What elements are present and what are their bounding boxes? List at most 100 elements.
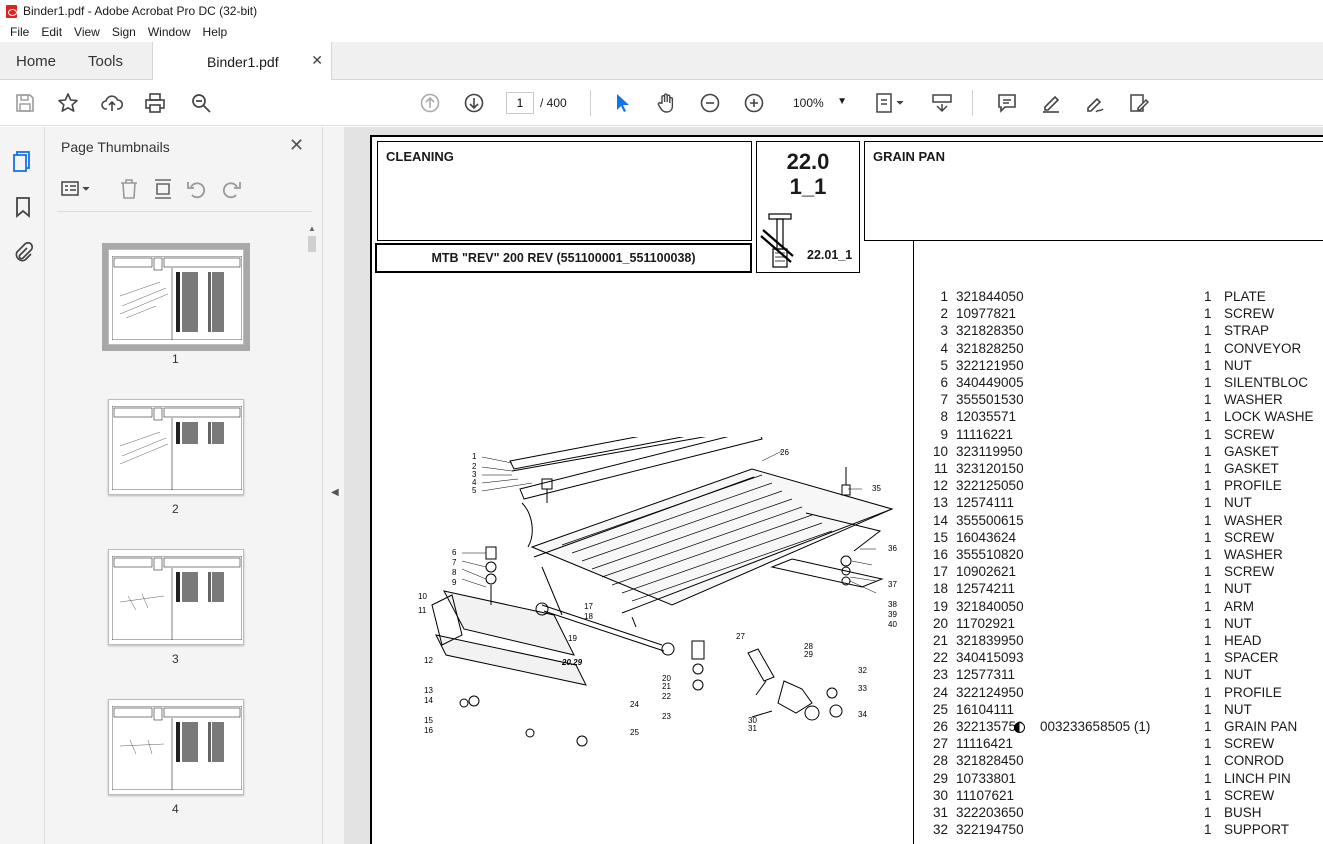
part-description: PROFILE [1224,478,1282,494]
part-code: 321828350 [956,323,1024,339]
part-position: 19 [932,598,948,614]
diagram-label: 5 [472,486,477,495]
part-description: NUT [1224,357,1252,373]
print-icon[interactable] [143,91,167,115]
panel-title: Page Thumbnails [61,139,170,155]
page-fit-icon[interactable] [873,91,909,115]
insert-page-icon[interactable] [151,177,175,201]
part-code: 355500615 [956,512,1024,528]
parts-row: 15 16043624 1 SCREW [928,530,1323,547]
part-position: 22 [932,650,948,666]
part-quantity: 1 [1204,805,1212,820]
comment-icon[interactable] [995,91,1019,115]
panel-splitter[interactable]: ◀ [322,127,344,844]
part-position: 21 [932,633,948,648]
parts-row: 30 11107621 1 SCREW [928,788,1323,805]
page-thumbnail-4[interactable] [108,699,244,795]
part-code: 340415093 [956,650,1024,666]
part-code: 321828450 [956,753,1024,769]
zoom-in-icon[interactable] [742,91,766,115]
menu-window[interactable]: Window [142,25,197,39]
parts-row: 8 12035571 1 LOCK WASHE [928,409,1323,426]
diagram-label: 38 [888,600,897,609]
parts-row: 10 323119950 1 GASKET [928,444,1323,461]
parts-row: 22 340415093 1 SPACER [928,650,1323,667]
parts-row: 21 321839950 1 HEAD [928,633,1323,650]
thumbnail-page-number: 3 [172,652,179,666]
select-cursor-icon[interactable] [610,91,634,115]
part-description: SCREW [1224,426,1275,442]
part-quantity: 1 [1204,306,1212,322]
menu-edit[interactable]: Edit [35,25,68,39]
menu-help[interactable]: Help [197,25,234,39]
hand-pan-icon[interactable] [654,91,678,115]
draw-sign-icon[interactable] [1083,91,1107,115]
zoom-level-select[interactable]: 100% ▼ [785,92,855,114]
page-thumbnails-icon[interactable] [11,149,35,173]
tab-home[interactable]: Home [16,53,56,70]
previous-page-icon[interactable] [418,91,442,115]
scroll-mode-icon[interactable] [930,91,954,115]
toolbar: / 400 100% ▼ [0,80,1323,126]
rotate-clockwise-icon[interactable] [219,177,243,201]
fill-sign-icon[interactable] [1127,91,1151,115]
diagram-label: 29 [804,650,813,659]
part-description: ARM [1224,598,1254,614]
menu-file[interactable]: File [4,25,35,39]
parts-row: 9 11116221 1 SCREW [928,427,1323,444]
thumbnail-page-number: 1 [172,352,179,366]
scroll-up-icon[interactable]: ▲ [308,224,316,233]
parts-row: 11 323120150 1 GASKET [928,461,1323,478]
part-description: BUSH [1224,805,1262,820]
part-code: 321839950 [956,633,1024,648]
zoom-search-icon[interactable] [189,91,213,115]
part-description: HEAD [1224,633,1262,648]
part-quantity: 1 [1204,684,1212,700]
scrollbar-thumb[interactable] [308,236,316,252]
diagram-label: 36 [888,544,897,553]
menu-view[interactable]: View [68,25,106,39]
upload-cloud-icon[interactable] [100,91,124,115]
part-description: GASKET [1224,443,1279,459]
chevron-down-icon: ▼ [837,96,847,107]
rotate-counterclockwise-icon[interactable] [185,177,209,201]
thumbnail-scrollbar[interactable]: ▲ [306,224,318,844]
attachments-icon[interactable] [11,241,35,265]
page-thumbnail-2[interactable] [108,399,244,495]
bookmark-star-icon[interactable] [56,91,80,115]
menu-bar: File Edit View Sign Window Help [0,22,1323,42]
next-page-icon[interactable] [462,91,486,115]
pdf-page: CLEANING MTB "REV" 200 REV (551100001_55… [370,135,1323,844]
highlight-pen-icon[interactable] [1039,91,1063,115]
page-thumbnail-1[interactable] [102,243,250,351]
thumbnail-options-icon[interactable] [59,177,95,201]
tab-document[interactable]: Binder1.pdf ✕ [152,42,332,81]
thumbnail-toolbar [59,177,309,203]
zoom-out-icon[interactable] [698,91,722,115]
page-thumbnail-3[interactable] [108,549,244,645]
parts-row: 6 340449005 1 SILENTBLOC [928,375,1323,392]
part-quantity: 1 [1204,822,1212,838]
diagram-label: 15 [424,716,433,725]
close-panel-icon[interactable]: ✕ [289,135,304,156]
diagram-label: 24 [630,700,639,709]
part-code: 10733801 [956,770,1017,786]
document-canvas[interactable]: CLEANING MTB "REV" 200 REV (551100001_55… [344,127,1323,844]
part-code: 355510820 [956,547,1024,562]
save-icon[interactable] [13,91,37,115]
part-quantity: 1 [1204,323,1212,339]
menu-sign[interactable]: Sign [106,25,142,39]
half-circle-marker-icon [1014,722,1025,733]
delete-page-icon[interactable] [117,177,141,201]
page-number-input[interactable] [506,92,534,114]
tab-tools[interactable]: Tools [88,53,123,70]
diagram-label: 12 [424,656,433,665]
part-position: 6 [940,375,948,390]
close-tab-icon[interactable]: ✕ [311,52,323,69]
diagram-label: 39 [888,610,897,619]
diagram-label: 25 [630,728,639,737]
subsection-title: GRAIN PAN [873,149,945,164]
collapse-panel-icon[interactable]: ◀ [331,487,339,498]
bookmarks-icon[interactable] [11,195,35,219]
diagram-label: 21 [662,682,671,691]
